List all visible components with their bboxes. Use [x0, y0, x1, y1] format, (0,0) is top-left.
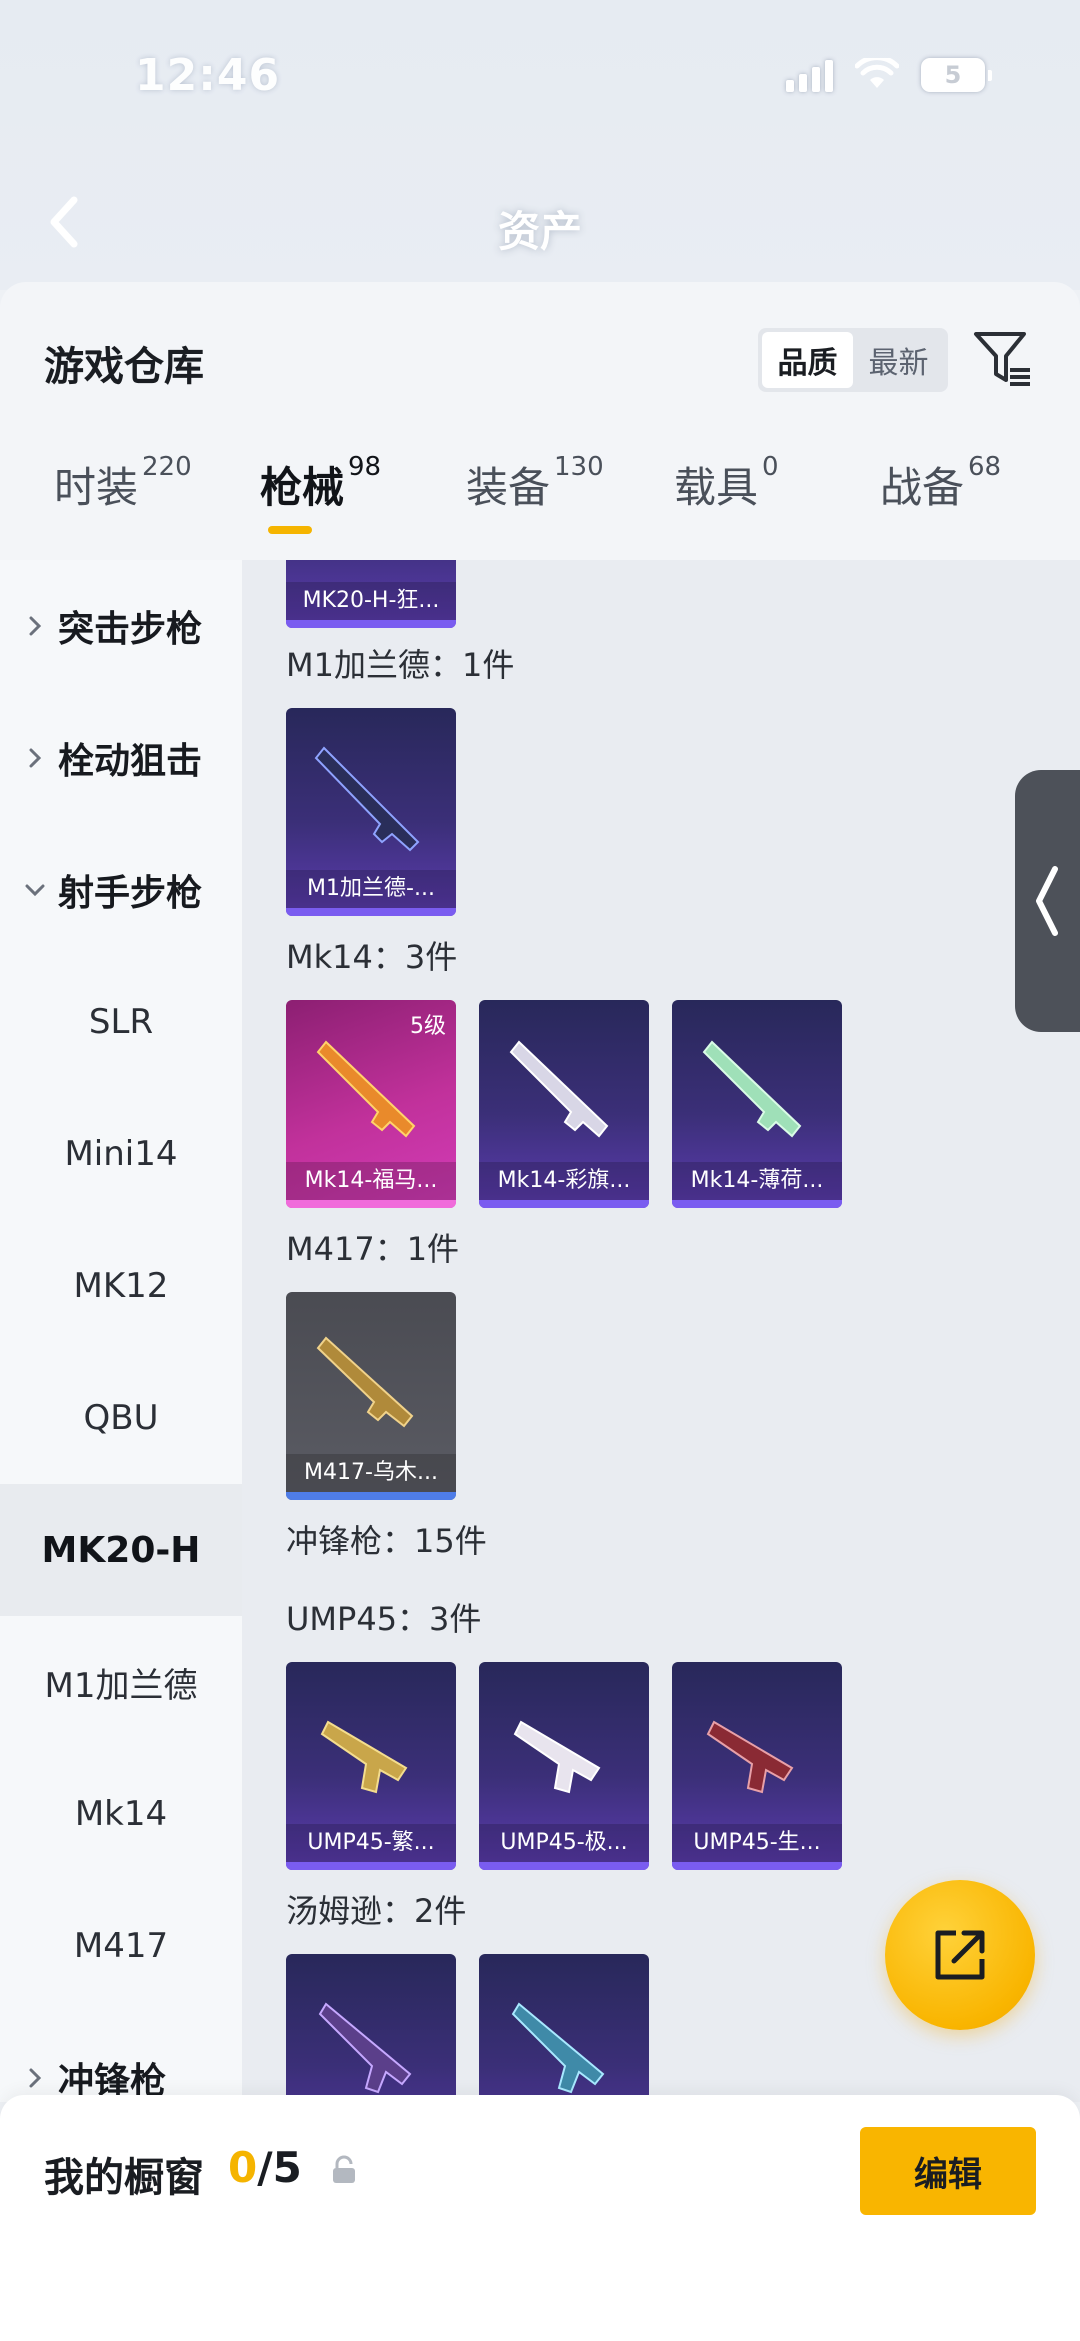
skin-card-mk20h[interactable]: MK20-H-狂... — [286, 560, 456, 628]
showcase-title: 我的橱窗 — [44, 2155, 204, 2201]
edit-button[interactable]: 编辑 — [860, 2127, 1036, 2215]
sidebar-item-qbu[interactable]: QBU — [0, 1352, 242, 1484]
section-label-m417: M417：1件 — [286, 1230, 460, 1268]
section-label-thompson: 汤姆逊：2件 — [286, 1892, 467, 1930]
skin-card-m1-garand[interactable]: M1加兰德-... — [286, 708, 456, 916]
section-label-ump45: UMP45：3件 — [286, 1600, 482, 1638]
drawer-handle[interactable] — [1015, 770, 1080, 1032]
signal-icon — [786, 58, 833, 92]
skin-card-mk14-1[interactable]: 5级 Mk14-福马... — [286, 1000, 456, 1208]
rifle-icon — [702, 1040, 802, 1138]
nav-title: 资产 — [497, 207, 582, 256]
sidebar-item-mk14[interactable]: Mk14 — [0, 1748, 242, 1880]
page-title: 游戏仓库 — [44, 344, 204, 390]
sidebar-item-m1-garand[interactable]: M1加兰德 — [0, 1616, 242, 1748]
weapon-type-sidebar: 突击步枪 栓动狙击 射手步枪 SLR Mini14 MK12 QBU MK20-… — [0, 560, 242, 2102]
chevron-right-icon — [29, 2068, 42, 2088]
rifle-icon — [509, 1040, 609, 1138]
tab-firearms[interactable]: 枪械 98 — [260, 452, 381, 534]
sidebar-item-mini14[interactable]: Mini14 — [0, 1088, 242, 1220]
status-icons: 5 — [786, 58, 992, 92]
wifi-icon — [855, 58, 899, 88]
section-label-mk14: Mk14：3件 — [286, 938, 458, 976]
chevron-right-icon — [29, 748, 42, 768]
tab-fashion[interactable]: 时装 220 — [54, 452, 192, 534]
lock-icon — [333, 2155, 355, 2183]
skin-card-ump45-2[interactable]: UMP45-极... — [479, 1662, 649, 1870]
tab-active-indicator — [268, 526, 312, 534]
skin-card-ump45-1[interactable]: UMP45-繁... — [286, 1662, 456, 1870]
section-label-smg: 冲锋枪：15件 — [286, 1522, 487, 1560]
sort-quality-button[interactable]: 品质 — [762, 332, 853, 388]
category-tabs: 时装 220 枪械 98 装备 130 载具 0 战备 68 — [0, 432, 1080, 542]
warehouse-sheet: 游戏仓库 品质 最新 时装 220 枪械 98 装备 130 载具 0 战备 68 — [0, 282, 1080, 2102]
chevron-right-icon — [29, 616, 42, 636]
sidebar-item-slr[interactable]: SLR — [0, 956, 242, 1088]
rifle-icon — [316, 1040, 416, 1138]
sheet-header: 游戏仓库 品质 最新 — [0, 282, 1080, 432]
battery-icon: 5 — [921, 58, 992, 92]
smg-icon — [318, 2002, 412, 2094]
smg-icon — [706, 1720, 794, 1794]
chevron-down-icon — [25, 884, 45, 897]
rifle-icon — [316, 1336, 414, 1428]
smg-icon — [511, 2002, 605, 2094]
chevron-left-icon — [1036, 866, 1058, 936]
skin-card-mk14-2[interactable]: Mk14-彩旗... — [479, 1000, 649, 1208]
sidebar-item-bolt-sniper[interactable]: 栓动狙击 — [0, 692, 242, 824]
skin-card-m417[interactable]: M417-乌木... — [286, 1292, 456, 1500]
sidebar-item-m417[interactable]: M417 — [0, 1880, 242, 2012]
skin-content: MK20-H-狂... M1加兰德：1件 M1加兰德-... Mk14：3件 5… — [242, 560, 1080, 2102]
tab-supplies[interactable]: 战备 68 — [880, 452, 1001, 534]
sidebar-item-marksman-rifle[interactable]: 射手步枪 — [0, 824, 242, 956]
nav-bar: 资产 — [0, 180, 1080, 270]
sidebar-item-assault-rifle[interactable]: 突击步枪 — [0, 560, 242, 692]
sort-toggle: 品质 最新 — [758, 328, 948, 392]
skin-card-thompson-1[interactable] — [286, 1954, 456, 2102]
rifle-icon — [314, 746, 420, 852]
share-icon — [935, 1930, 985, 1980]
smg-icon — [513, 1720, 601, 1794]
sidebar-item-smg[interactable]: 冲锋枪 — [0, 2012, 242, 2102]
skin-card-ump45-3[interactable]: UMP45-生... — [672, 1662, 842, 1870]
sort-latest-button[interactable]: 最新 — [853, 332, 944, 388]
share-button[interactable] — [885, 1880, 1035, 2030]
showcase-bar: 我的橱窗 0/5 编辑 — [0, 2095, 1080, 2341]
skin-card-thompson-2[interactable] — [479, 1954, 649, 2102]
status-time: 12:46 — [135, 50, 281, 101]
showcase-count: 0/5 — [228, 2143, 302, 2192]
filter-icon[interactable] — [972, 328, 1034, 390]
tab-vehicles[interactable]: 载具 0 — [674, 452, 779, 534]
section-label-m1-garand: M1加兰德：1件 — [286, 646, 515, 684]
background-header: 12:46 5 资产 — [0, 0, 1080, 290]
smg-icon — [320, 1720, 408, 1794]
sidebar-item-mk12[interactable]: MK12 — [0, 1220, 242, 1352]
sidebar-item-mk20h[interactable]: MK20-H — [0, 1484, 242, 1616]
tab-equipment[interactable]: 装备 130 — [466, 452, 604, 534]
skin-card-mk14-3[interactable]: Mk14-薄荷... — [672, 1000, 842, 1208]
status-bar: 12:46 5 — [0, 40, 1080, 120]
